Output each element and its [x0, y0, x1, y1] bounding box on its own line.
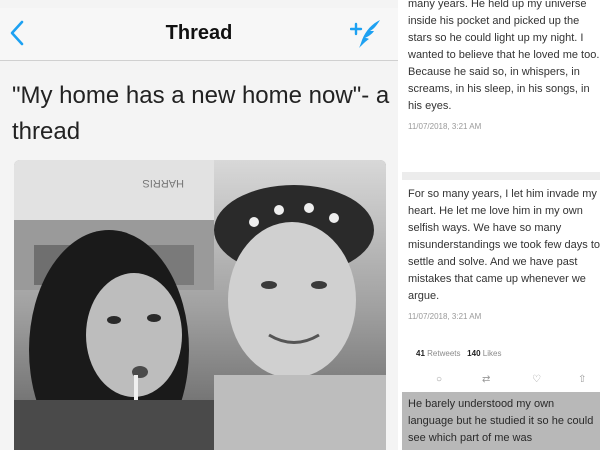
retweets-label[interactable]: Retweets — [427, 349, 460, 358]
thread-screenshot-panel: many years. He held up my universe insid… — [402, 0, 600, 450]
tweet-photo[interactable]: HARRIS — [14, 160, 386, 450]
share-icon[interactable]: ⇧ — [578, 374, 586, 385]
tweet-text: For so many years, I let him invade my h… — [408, 188, 600, 302]
retweet-icon[interactable]: ⇄ — [482, 374, 490, 385]
tweet-text: He barely understood my own language but… — [408, 398, 594, 444]
compose-tweet-icon[interactable] — [350, 18, 382, 50]
likes-label[interactable]: Likes — [483, 349, 502, 358]
tweet-stats: 41 Retweets 140 Likes — [416, 349, 501, 358]
reply-icon[interactable]: ○ — [436, 374, 442, 385]
tweet-timestamp: 11/07/2018, 3:21 AM — [408, 312, 482, 321]
like-icon[interactable]: ♡ — [532, 374, 541, 385]
page-title: Thread — [165, 22, 233, 44]
tweet-card-1: many years. He held up my universe insid… — [408, 0, 600, 135]
tweet-card-3: He barely understood my own language but… — [408, 396, 600, 447]
svg-text:HARRIS: HARRIS — [142, 177, 184, 189]
tweet-card-2: For so many years, I let him invade my h… — [408, 186, 600, 325]
tweet-actions: ○ ⇄ ♡ ⇧ — [414, 374, 594, 386]
tweet-card-3-highlighted: He barely understood my own language but… — [402, 392, 600, 450]
like-count: 140 — [467, 349, 481, 358]
tweet-text: many years. He held up my universe insid… — [408, 0, 600, 112]
thread-view: Thread "My home has a new home now"- a t… — [0, 0, 398, 450]
divider — [402, 172, 600, 180]
tweet-timestamp: 11/07/2018, 3:21 AM — [408, 122, 482, 131]
retweet-count: 41 — [416, 349, 425, 358]
thread-title-text: "My home has a new home now"- a thread — [12, 82, 390, 145]
nav-bar: Thread — [0, 8, 398, 61]
